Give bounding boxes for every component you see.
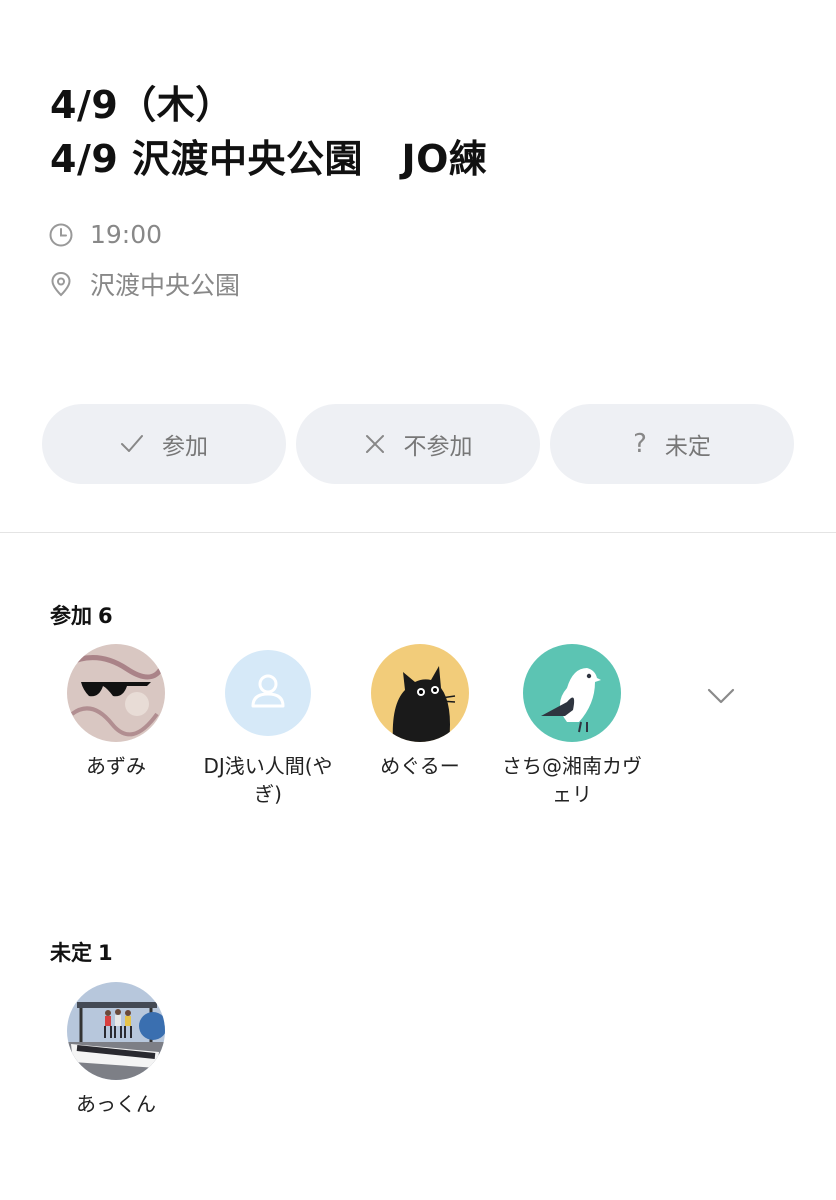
undecided-member-list: あっくん	[40, 982, 192, 1118]
undecided-section-heading: 未定 1	[50, 937, 113, 967]
event-time-row: 19:00	[48, 220, 162, 249]
member-name: めぐるー	[380, 754, 460, 778]
default-person-icon	[225, 650, 311, 736]
member-name: あっくん	[76, 1092, 156, 1116]
member-item[interactable]: DJ浅い人間(やぎ)	[192, 644, 344, 808]
member-name: あずみ	[86, 754, 146, 778]
member-item[interactable]: めぐるー	[344, 644, 496, 808]
location-pin-icon	[51, 271, 71, 297]
clock-icon	[49, 223, 73, 246]
member-item[interactable]: あっくん	[40, 982, 192, 1118]
check-icon	[120, 434, 144, 454]
undecided-section-label: 未定	[50, 941, 92, 965]
join-button[interactable]: 参加	[42, 404, 286, 484]
join-section-label: 参加	[50, 604, 92, 628]
event-place: 沢渡中央公園	[90, 271, 241, 300]
join-section-heading: 参加 6	[50, 600, 113, 630]
event-title: 4/9 沢渡中央公園 JO練	[50, 137, 488, 181]
event-place-row[interactable]: 沢渡中央公園	[48, 266, 240, 302]
event-header: 4/9（木） 4/9 沢渡中央公園 JO練	[50, 78, 487, 186]
question-icon: ?	[633, 429, 647, 459]
chevron-down-icon[interactable]	[706, 684, 736, 708]
member-item[interactable]: さち@湘南カヴェリ	[496, 644, 648, 808]
decline-button[interactable]: 不参加	[296, 404, 540, 484]
x-icon	[364, 433, 386, 455]
avatar	[523, 644, 621, 742]
undecided-button[interactable]: ? 未定	[550, 404, 794, 484]
gotemba-photo-icon	[67, 982, 165, 1080]
event-date: 4/9（木）	[50, 83, 234, 127]
avatar	[219, 644, 317, 742]
member-name: さち@湘南カヴェリ	[502, 754, 642, 806]
join-count: 6	[98, 604, 113, 628]
undecided-button-label: 未定	[664, 434, 711, 460]
join-member-list: あずみ DJ浅い人間(やぎ) めぐるー さち@湘南カヴェリ	[40, 644, 648, 808]
join-button-label: 参加	[162, 434, 208, 460]
event-time: 19:00	[90, 220, 163, 249]
black-cat-icon	[371, 644, 469, 742]
member-item[interactable]: あずみ	[40, 644, 192, 808]
sunglasses-photo-icon	[67, 644, 165, 742]
avatar	[67, 644, 165, 742]
section-divider	[0, 532, 836, 533]
undecided-count: 1	[98, 941, 113, 965]
decline-button-label: 不参加	[403, 434, 473, 460]
rsvp-buttons: 参加 不参加 ? 未定	[42, 404, 794, 484]
avatar	[67, 982, 165, 1080]
avatar	[371, 644, 469, 742]
member-name: DJ浅い人間(やぎ)	[203, 754, 333, 806]
bird-icon	[523, 644, 621, 742]
